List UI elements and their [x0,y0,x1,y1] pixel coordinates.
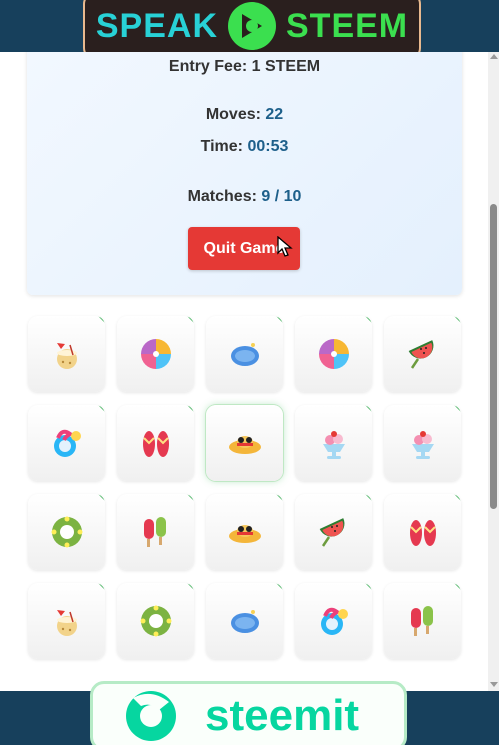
logo-word-steem: STEEM [286,6,409,45]
moves-label: Moves: [205,106,261,123]
sun-hat-icon [228,525,261,543]
game-info-panel: Entry Fee: 1 STEEM Moves: 22 Time: 00:53… [27,52,462,295]
memory-card[interactable] [28,316,105,392]
speaksteem-logo: SPEAK STEEM [83,0,421,60]
steemit-wordmark: steemit [205,691,360,740]
memory-card[interactable] [295,494,372,570]
game-content: Entry Fee: 1 STEEM Moves: 22 Time: 00:53… [0,52,488,691]
moves-value: 22 [265,106,284,123]
ice-cream-sundae-icon [322,431,345,459]
beach-ball-icon [140,339,171,369]
memory-card[interactable] [206,316,283,392]
memory-card[interactable] [28,583,105,659]
popsicles-icon [410,606,433,636]
memory-card[interactable] [117,583,194,659]
time-label: Time: [200,138,243,155]
flip-flops-icon [142,431,169,457]
memory-card[interactable] [295,583,372,659]
memory-card[interactable] [295,405,372,481]
time-stat: Time: 00:53 [27,138,462,156]
matched-corner-indicator [365,405,372,412]
matched-corner-indicator [98,494,105,501]
matches-stat: Matches: 9 / 10 [27,188,462,206]
memory-card[interactable] [384,583,461,659]
flip-flops-icon [409,520,436,546]
matched-corner-indicator [276,494,283,501]
matched-corner-indicator [98,316,105,323]
flamingo-float-icon [320,607,348,635]
memory-card[interactable] [28,405,105,481]
memory-card[interactable] [28,494,105,570]
memory-card-grid [28,316,462,660]
entry-fee-text: Entry Fee: 1 STEEM [168,58,321,75]
scrollbar-thumb[interactable] [490,204,497,509]
scroll-down-arrow-icon[interactable] [490,682,498,687]
memory-card[interactable] [117,316,194,392]
steemit-logo: steemit [90,681,407,745]
memory-card[interactable] [295,316,372,392]
swim-ring-icon [140,605,171,637]
memory-card[interactable] [384,494,461,570]
matched-corner-indicator [98,583,105,590]
memory-card[interactable] [384,316,461,392]
blue-pool-icon [230,343,259,366]
steemit-logo-icon [126,691,176,741]
matched-corner-indicator [276,316,283,323]
matched-corner-indicator [365,583,372,590]
matched-corner-indicator [365,494,372,501]
matched-corner-indicator [454,405,461,412]
matched-corner-indicator [454,316,461,323]
memory-card[interactable] [206,405,283,481]
coconut-drink-icon [56,343,77,369]
swim-ring-icon [51,516,82,548]
matched-corner-indicator [187,316,194,323]
memory-card[interactable] [206,583,283,659]
ice-cream-sundae-icon [411,431,434,459]
speaksteem-logo-icon [228,2,276,50]
matched-corner-indicator [187,583,194,590]
popsicles-icon [143,517,166,547]
matched-corner-indicator [187,494,194,501]
matched-corner-indicator [454,583,461,590]
matched-corner-indicator [98,405,105,412]
watermelon-slice-icon [408,340,433,369]
flamingo-float-icon [53,429,81,457]
time-value: 00:53 [247,138,289,155]
matches-label: Matches: [187,188,257,205]
blue-pool-icon [230,610,259,633]
coconut-drink-icon [56,610,77,636]
moves-stat: Moves: 22 [27,106,462,124]
mouse-cursor-icon [277,236,293,257]
memory-card[interactable] [206,494,283,570]
memory-card[interactable] [117,494,194,570]
matched-corner-indicator [276,583,283,590]
logo-word-speak: SPEAK [95,6,218,45]
matches-value: 9 / 10 [261,188,302,205]
matched-corner-indicator [365,316,372,323]
memory-card[interactable] [117,405,194,481]
scroll-up-arrow-icon[interactable] [490,54,498,59]
matched-corner-indicator [454,494,461,501]
sun-hat-icon [228,436,261,454]
memory-card[interactable] [384,405,461,481]
beach-ball-icon [318,339,349,369]
watermelon-slice-icon [319,518,344,547]
matched-corner-indicator [187,405,194,412]
